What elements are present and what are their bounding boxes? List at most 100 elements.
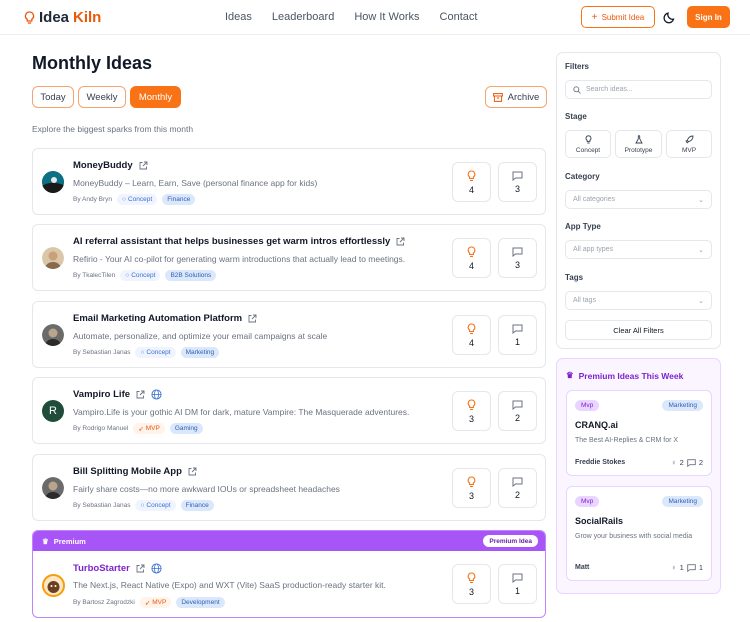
tags-select[interactable]: All tags ⌄	[565, 291, 712, 310]
premium-bar: ♛ Premium Premium Idea	[33, 531, 545, 551]
idea-title[interactable]: Email Marketing Automation Platform	[73, 313, 242, 324]
idea-author: By Rodrigo Manuel	[73, 425, 129, 432]
idea-title[interactable]: MoneyBuddy	[73, 160, 133, 171]
lightbulb-icon	[585, 134, 591, 143]
idea-card[interactable]: Email Marketing Automation Platform Auto…	[32, 301, 546, 368]
sign-in-button[interactable]: Sign In	[687, 6, 730, 28]
comment-button[interactable]: 1	[498, 564, 537, 604]
idea-card[interactable]: AI referral assistant that helps busines…	[32, 224, 546, 291]
spark-vote-button[interactable]: 3	[452, 564, 491, 604]
submit-idea-button[interactable]: + Submit Idea	[581, 6, 655, 28]
avatar	[42, 171, 64, 193]
premium-idea-item[interactable]: Mvp Marketing SocialRails Grow your busi…	[566, 486, 712, 581]
tab-monthly[interactable]: Monthly	[130, 86, 181, 108]
premium-idea-author: Matt	[575, 564, 590, 571]
external-link-icon[interactable]	[136, 564, 145, 573]
external-link-icon[interactable]	[188, 467, 197, 476]
stage-badge-label: Concept	[146, 502, 171, 509]
comment-button[interactable]: 2	[498, 391, 537, 431]
logo[interactable]: Idea Kiln	[24, 9, 101, 26]
idea-card[interactable]: Bill Splitting Mobile App Fairly share c…	[32, 454, 546, 521]
category-badge: Marketing	[180, 347, 220, 358]
stage-badge-label: Concept	[127, 196, 153, 203]
nav-link-ideas[interactable]: Ideas	[225, 11, 252, 23]
search-input[interactable]: Search ideas...	[565, 80, 712, 99]
premium-ideas-panel: ♛ Premium Ideas This Week Mvp Marketing …	[556, 358, 721, 594]
lightbulb-icon: ♀	[671, 458, 677, 467]
external-link-icon[interactable]	[136, 390, 145, 399]
comment-button[interactable]: 3	[498, 238, 537, 278]
spark-vote-button[interactable]: 3	[452, 468, 491, 508]
comment-button[interactable]: 3	[498, 162, 537, 202]
tab-weekly[interactable]: Weekly	[78, 86, 126, 108]
tab-today[interactable]: Today	[32, 86, 74, 108]
spark-vote-button[interactable]: 4	[452, 315, 491, 355]
external-link-icon[interactable]	[139, 161, 148, 170]
comment-count: 1	[514, 336, 520, 347]
archive-icon	[492, 92, 503, 102]
stage-badge-label: MVP	[152, 599, 167, 606]
lightbulb-icon	[467, 398, 476, 410]
comment-icon	[512, 477, 523, 487]
premium-idea-stats: ♀ 1 1	[671, 563, 703, 572]
comment-button[interactable]: 1	[498, 315, 537, 355]
premium-idea-card[interactable]: ♛ Premium Premium Idea TurboStarter The …	[32, 530, 546, 618]
spark-vote-button[interactable]: 4	[452, 162, 491, 202]
premium-idea-badge: Premium Idea	[483, 535, 538, 547]
comment-count: 2	[514, 489, 520, 500]
idea-title[interactable]: Bill Splitting Mobile App	[73, 466, 182, 477]
stage-badge-label: MVP	[145, 425, 160, 432]
idea-title[interactable]: Vampiro Life	[73, 389, 130, 400]
idea-card[interactable]: MoneyBuddy MoneyBuddy – Learn, Earn, Sav…	[32, 148, 546, 215]
category-badge: B2B Solutions	[165, 270, 217, 281]
moon-icon[interactable]	[663, 10, 677, 24]
stage-badge: ○ Concept	[117, 194, 158, 205]
idea-title[interactable]: TurboStarter	[73, 563, 130, 574]
spark-vote-button[interactable]: 3	[452, 391, 491, 431]
idea-description: Refirio - Your AI co-pilot for generatin…	[73, 254, 406, 264]
idea-title[interactable]: AI referral assistant that helps busines…	[73, 236, 390, 247]
clear-all-filters-button[interactable]: Clear All Filters	[565, 320, 712, 340]
stage-badge: ○ Concept	[135, 347, 176, 358]
category-badge: Marketing	[662, 496, 703, 507]
app-type-select[interactable]: All app types ⌄	[565, 240, 712, 259]
globe-icon[interactable]	[151, 389, 162, 400]
premium-idea-item[interactable]: Mvp Marketing CRANQ.ai The Best AI-Repli…	[566, 390, 712, 476]
idea-card[interactable]: R Vampiro Life Vampiro.Life is your goth…	[32, 377, 546, 444]
comment-button[interactable]: 2	[498, 468, 537, 508]
stage-badge: ○ Concept	[135, 500, 176, 511]
external-link-icon[interactable]	[248, 314, 257, 323]
premium-idea-title[interactable]: SocialRails	[575, 516, 623, 526]
spark-count: 4	[468, 337, 474, 348]
stage-filter-concept[interactable]: Concept	[565, 130, 611, 158]
stage-badge: ○ Concept	[120, 270, 161, 281]
nav-link-how-it-works[interactable]: How It Works	[354, 11, 419, 23]
globe-icon[interactable]	[151, 563, 162, 574]
archive-button[interactable]: Archive	[485, 86, 547, 108]
stage-filter-prototype[interactable]: Prototype	[615, 130, 662, 158]
spark-vote-button[interactable]: 4	[452, 238, 491, 278]
nav-link-contact[interactable]: Contact	[440, 11, 478, 23]
category-select[interactable]: All categories ⌄	[565, 190, 712, 209]
chevron-down-icon: ⌄	[698, 196, 704, 204]
external-link-icon[interactable]	[396, 237, 405, 246]
lightbulb-icon: ○	[125, 272, 130, 279]
lightbulb-icon	[467, 169, 476, 181]
premium-idea-title[interactable]: CRANQ.ai	[575, 420, 618, 430]
page-title: Monthly Ideas	[32, 53, 153, 73]
nav-link-leaderboard[interactable]: Leaderboard	[272, 11, 334, 23]
category-select-value: All categories	[573, 196, 616, 203]
stage-filter-mvp[interactable]: MVP	[666, 130, 712, 158]
stage-badge: Mvp	[575, 400, 600, 411]
premium-idea-description: Grow your business with social media	[575, 533, 693, 540]
top-navbar: Idea Kiln Ideas Leaderboard How It Works…	[0, 0, 750, 35]
idea-description: Vampiro.Life is your gothic AI DM for da…	[73, 407, 410, 417]
spark-count: 4	[468, 184, 474, 195]
stage-badge-label: Concept	[146, 349, 171, 356]
comment-count: 1	[698, 563, 703, 572]
app-type-select-value: All app types	[573, 246, 614, 253]
comment-icon	[512, 573, 523, 583]
category-badge: Gaming	[169, 423, 203, 434]
filters-heading: Filters	[565, 62, 590, 71]
category-label: Category	[565, 172, 600, 181]
